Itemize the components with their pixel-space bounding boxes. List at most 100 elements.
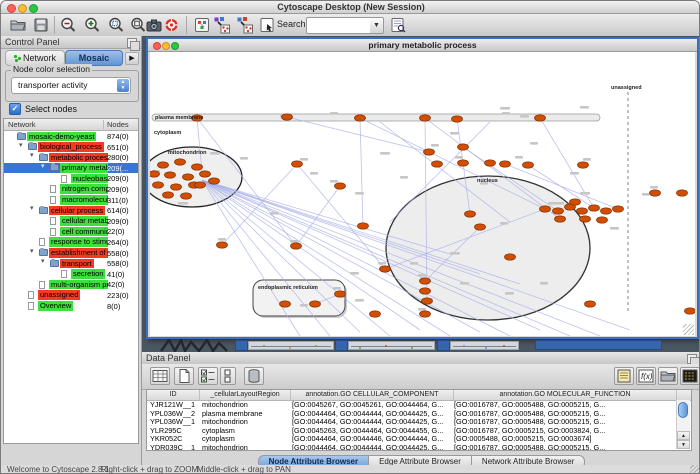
background-window-fragment[interactable] [535, 340, 662, 350]
network-window[interactable]: primary metabolic process plasma membran… [146, 37, 699, 339]
plasma-membrane-region[interactable] [152, 114, 600, 121]
graph-node[interactable] [163, 192, 174, 198]
graph-node[interactable] [570, 199, 581, 205]
minimize-window-button[interactable] [18, 4, 27, 13]
graph-node[interactable] [153, 182, 164, 188]
graph-node[interactable] [523, 162, 534, 168]
more-tabs-button[interactable]: ▶ [125, 52, 139, 65]
tree-row[interactable]: nucleobase-209(0) [4, 173, 138, 184]
tree-row[interactable]: multi-organism pro42(0) [4, 279, 138, 290]
attribute-select-button[interactable] [150, 367, 170, 385]
graph-node[interactable] [175, 159, 186, 165]
graph-node[interactable] [578, 162, 589, 168]
graph-node[interactable] [452, 116, 463, 122]
graph-node[interactable] [685, 308, 696, 314]
graph-node[interactable] [420, 311, 431, 317]
graph-node[interactable] [535, 115, 546, 121]
graph-node[interactable] [335, 183, 346, 189]
float-panel-icon[interactable] [687, 354, 697, 364]
background-window-fragment[interactable] [348, 341, 435, 350]
tree-row[interactable]: macromolecule311(0) [4, 195, 138, 206]
graph-node[interactable] [150, 171, 160, 177]
select-nodes-checkbox[interactable]: ✓ [9, 103, 21, 115]
graph-node[interactable] [420, 278, 431, 284]
table-column-header[interactable]: _cellularLayoutRegion [200, 390, 291, 400]
snapshot-button[interactable] [145, 16, 163, 34]
graph-node[interactable] [555, 216, 566, 222]
tree-row[interactable]: cell communicat22(0) [4, 226, 138, 237]
tree-expand-icon[interactable]: ▾ [30, 248, 34, 255]
apply-mosaic-2-button[interactable] [236, 16, 254, 34]
graph-node[interactable] [677, 190, 688, 196]
tree-row[interactable]: Overview8(0) [4, 301, 138, 312]
background-window-fragment[interactable] [335, 340, 348, 351]
search-input[interactable] [306, 17, 375, 34]
apply-mosaic-1-button[interactable] [213, 16, 231, 34]
tree-row[interactable]: nitrogen compo209(0) [4, 184, 138, 195]
table-row[interactable]: YLR295Ccytoplasm[GO:0045263, GO:0044464,… [147, 427, 691, 436]
annotation-button[interactable] [258, 16, 276, 34]
tree-expand-icon[interactable]: ▾ [19, 142, 23, 149]
graph-node[interactable] [589, 205, 600, 211]
tree-row[interactable]: ▾establishment of lo558(0) [4, 248, 138, 259]
nucleus-region[interactable] [386, 176, 590, 320]
table-row[interactable]: YPL036W__1mitochondrion[GO:0044464, GO:0… [147, 418, 691, 427]
graph-node[interactable] [158, 162, 169, 168]
delete-attribute-button[interactable] [244, 367, 264, 385]
graph-node[interactable] [217, 242, 228, 248]
tree-expand-icon[interactable]: ▾ [41, 163, 45, 170]
graph-node[interactable] [540, 206, 551, 212]
tree-expand-icon[interactable]: ▾ [41, 258, 45, 265]
graph-node[interactable] [181, 193, 192, 199]
zoom-selected-button[interactable] [107, 16, 125, 34]
close-frame-button[interactable] [153, 42, 161, 50]
graph-node[interactable] [165, 172, 176, 178]
tree-header[interactable]: Network Nodes [4, 119, 138, 131]
formula-builder-button[interactable]: f(x) [636, 367, 656, 385]
tree-expand-icon[interactable]: ▾ [30, 152, 34, 159]
new-attribute-button[interactable] [174, 367, 194, 385]
table-column-header[interactable]: annotation.GO CELLULAR_COMPONENT [291, 390, 454, 400]
graph-node[interactable] [192, 164, 203, 170]
graph-node[interactable] [420, 115, 431, 121]
save-session-button[interactable] [32, 16, 50, 34]
table-scrollbar[interactable]: ▲ ▼ [676, 400, 690, 449]
graph-node[interactable] [432, 161, 443, 167]
graph-node[interactable] [280, 301, 291, 307]
tree-row[interactable]: ▾cellular process614(0) [4, 205, 138, 216]
graph-node[interactable] [335, 291, 346, 297]
graph-node[interactable] [580, 216, 591, 222]
graph-node[interactable] [577, 208, 588, 214]
graph-node[interactable] [291, 243, 302, 249]
graph-node[interactable] [475, 224, 486, 230]
maximize-frame-button[interactable] [171, 42, 179, 50]
graph-node[interactable] [601, 208, 612, 214]
frame-resize-grip[interactable] [683, 324, 694, 335]
mosaic-layout-button[interactable] [193, 16, 211, 34]
network-graph[interactable]: plasma membranecytoplasmmitochondrionnuc… [150, 52, 695, 336]
graph-node[interactable] [380, 266, 391, 272]
tree-row[interactable]: ▾metabolic process280(0) [4, 152, 138, 163]
background-window-fragment[interactable] [235, 340, 248, 351]
graph-node[interactable] [650, 190, 661, 196]
attribute-matrix-button[interactable] [680, 367, 700, 385]
graph-node[interactable] [500, 161, 511, 167]
search-dropdown-button[interactable]: ▼ [370, 17, 384, 34]
float-panel-icon[interactable] [127, 38, 137, 48]
node-color-select[interactable]: transporter activity ▲▼ [11, 77, 131, 94]
graph-node[interactable] [553, 208, 564, 214]
select-attributes-button[interactable] [198, 367, 218, 385]
table-column-header[interactable]: ID [147, 390, 200, 400]
graph-node[interactable] [282, 114, 293, 120]
graph-node[interactable] [458, 144, 469, 150]
network-window-titlebar[interactable]: primary metabolic process [148, 39, 697, 52]
zoom-out-button[interactable] [59, 16, 77, 34]
graph-node[interactable] [458, 160, 469, 166]
graph-node[interactable] [183, 174, 194, 180]
tree-row[interactable]: unassigned223(0) [4, 290, 138, 301]
scroll-up-button[interactable]: ▲ [677, 431, 690, 440]
graph-node[interactable] [422, 298, 433, 304]
tree-row[interactable]: ▾transport558(0) [4, 258, 138, 269]
background-window-fragment[interactable] [248, 341, 334, 350]
table-column-header[interactable]: annotation.GO MOLECULAR_FUNCTION [454, 390, 677, 400]
